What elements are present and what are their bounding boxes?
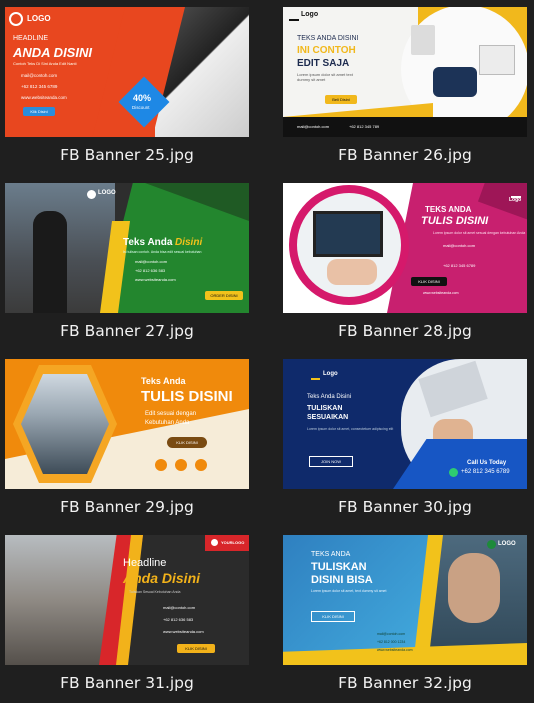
- hands: [433, 67, 477, 97]
- laptop-screen: [313, 211, 383, 257]
- hands: [327, 259, 377, 285]
- title-part-1: TEKS ANDA: [425, 205, 472, 214]
- file-item-fb-banner-26[interactable]: Logo TEKS ANDA DISINI INI CONTOH EDIT SA…: [0, 0, 527, 175]
- file-name[interactable]: FB Banner 30.jpg: [283, 498, 527, 516]
- web-text: www.websiteanda.com: [377, 648, 413, 652]
- thumbnail-fb-banner-28[interactable]: Logo TEKS ANDA TULIS DISINI Lorem ipsum …: [283, 183, 527, 313]
- email-text: mail@contoh.com: [297, 124, 330, 129]
- file-item-fb-banner-30[interactable]: Logo Teks Anda Disini TULISKAN SESUAIKAN…: [0, 352, 527, 527]
- email-text: mail@contoh.com: [443, 243, 476, 248]
- laptop: [479, 45, 515, 75]
- file-grid: LOGO HEADLINE ANDA DISINI Contoh Teks Di…: [0, 0, 534, 703]
- line-1: TEKS ANDA DISINI: [297, 35, 359, 42]
- phone-text: +62 812 000 1234: [377, 640, 406, 644]
- logo-icon: [487, 540, 496, 549]
- phone-text: +62 812 345 789: [349, 124, 380, 129]
- whatsapp-icon: [449, 468, 458, 477]
- cta-button: KLIK DISINI: [311, 611, 355, 622]
- web-text: www.websiteanda.com: [423, 291, 459, 295]
- title-part-1: Teks Anda Disini: [307, 394, 352, 400]
- logo-text: Logo: [301, 11, 319, 18]
- calculator: [411, 25, 435, 55]
- email-text: mail@contoh.com: [377, 632, 406, 636]
- phone-text: +62 812 345 6789: [443, 263, 476, 268]
- thumbnail-fb-banner-30[interactable]: Logo Teks Anda Disini TULISKAN SESUAIKAN…: [283, 359, 527, 489]
- subtitle-text: Lorem ipsum dolor sit amet, consectetuer…: [307, 427, 394, 431]
- line-3: EDIT SAJA: [297, 58, 350, 69]
- thumbnail-fb-banner-26[interactable]: Logo TEKS ANDA DISINI INI CONTOH EDIT SA…: [283, 7, 527, 137]
- title-part-3: SESUAIKAN: [307, 414, 349, 421]
- subtitle-text: Lorem ipsum dolor sit amet, text dummy s…: [311, 589, 387, 593]
- title-part-2: TULISKAN: [311, 561, 367, 573]
- file-name[interactable]: FB Banner 32.jpg: [283, 674, 527, 692]
- logo-text: LOGO: [498, 541, 516, 547]
- title-part-1: TEKS ANDA: [311, 551, 351, 558]
- title-part-3: DISINI BISA: [311, 574, 373, 586]
- file-item-fb-banner-32[interactable]: LOGO TEKS ANDA TULISKAN DISINI BISA Lore…: [0, 528, 527, 703]
- cta-button: Beli Disini: [325, 95, 357, 104]
- logo-icon: [311, 370, 320, 380]
- file-name[interactable]: FB Banner 26.jpg: [283, 146, 527, 164]
- thumbnail-fb-banner-32[interactable]: LOGO TEKS ANDA TULISKAN DISINI BISA Lore…: [283, 535, 527, 665]
- call-label: Call Us Today: [467, 460, 507, 466]
- title-part-2: TULISKAN: [307, 405, 343, 412]
- phone-text: +62 812 345 6789: [461, 469, 510, 475]
- line-2: INI CONTOH: [297, 45, 356, 56]
- file-name[interactable]: FB Banner 28.jpg: [283, 322, 527, 340]
- logo-text: Logo: [323, 371, 338, 377]
- cta-button: JOIN NOW: [309, 456, 353, 467]
- file-item-fb-banner-28[interactable]: Logo TEKS ANDA TULIS DISINI Lorem ipsum …: [0, 176, 527, 351]
- yellow-wave: [283, 103, 433, 117]
- face: [448, 553, 500, 623]
- photo-laptop: [297, 193, 401, 297]
- logo-text: Logo: [509, 197, 522, 203]
- cta-button: KLIK DISINI: [411, 277, 447, 286]
- subtitle-text: Lorem ipsum dolor sit amet text dummy si…: [297, 72, 353, 82]
- title-part-2: TULIS DISINI: [421, 215, 489, 227]
- subtitle-text: Lorem ipsum dolor sit amet sesuai dengan…: [433, 231, 526, 235]
- logo-icon: [289, 11, 299, 21]
